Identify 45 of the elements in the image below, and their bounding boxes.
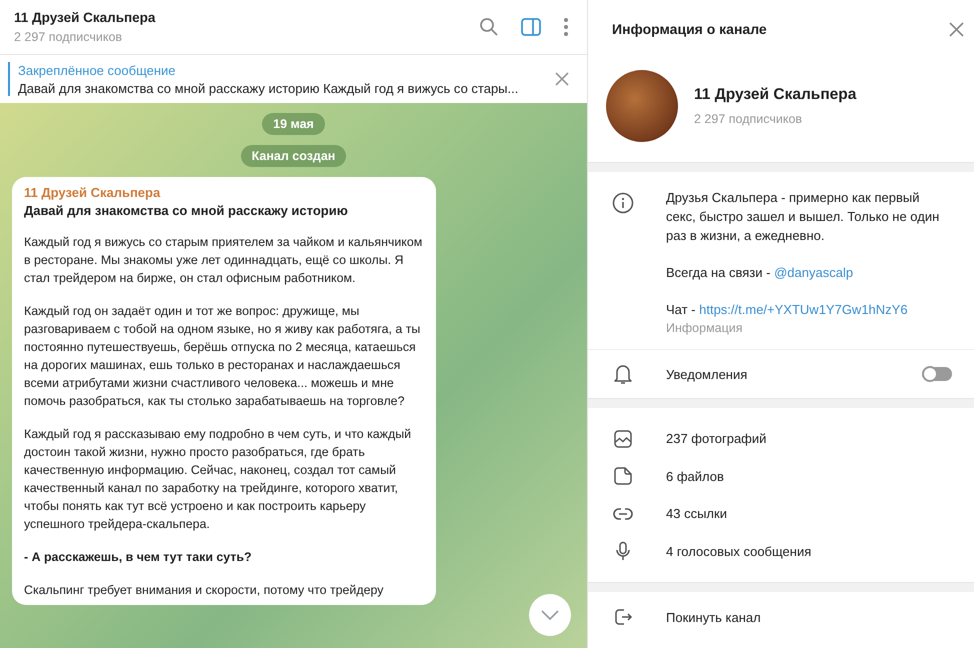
bell-icon [612, 363, 634, 385]
scroll-down-button[interactable] [529, 594, 571, 636]
notifications-label: Уведомления [666, 366, 748, 382]
file-icon [612, 466, 634, 486]
info-icon [612, 192, 634, 214]
media-label: 4 голосовых сообщения [666, 544, 812, 559]
panel-title: Информация о канале [612, 21, 767, 37]
channel-name: 11 Друзей Скальпера [694, 86, 856, 104]
media-label: 6 файлов [666, 468, 725, 484]
description-caption: Информация [666, 321, 744, 335]
message-paragraph: - А расскажешь, в чем тут таки суть? [24, 549, 253, 566]
leave-channel-item[interactable]: Покинуть канал [588, 592, 974, 642]
message-paragraph: Каждый год я рассказываю ему подробно в чем суть, и что каждый достоин такой жизни, нужно просто разобраться, где брать качественную информацию. Сейчас, наконец, создал тот самый качественный канал по заработку на трейдинге, которого хватит, чтобы понять как тут всё устроено и как построить карьеру успешного трейдера-скальпера. [24, 426, 412, 533]
service-message: Канал создан [240, 145, 346, 167]
media-item[interactable]: 4 голосовых сообщения [588, 532, 974, 570]
channel-title: 11 Друзей Скальпера [14, 10, 156, 25]
sidebar-toggle-icon[interactable] [521, 18, 541, 36]
more-menu-icon[interactable] [563, 17, 569, 37]
pinned-preview: Давай для знакомства со мной расскажу историю Каждый год я вижусь со стары... [18, 80, 520, 96]
service-message: 19 мая [262, 113, 325, 135]
description-text: Чат - https://t.me/+YXTUw1Y7Gw1hNzY6 [666, 301, 909, 319]
message-paragraph: Каждый год я вижусь со старым приятелем за чайком и кальянчиком в ресторане. Мы знакомы уже лет одиннадцать, ещё со школы. Я стал трейдером на бирже, он стал офисным работником. [24, 234, 424, 287]
message-author: 11 Друзей Скальпера [24, 185, 162, 200]
media-label: 237 фотографий [666, 431, 768, 446]
close-icon[interactable] [555, 72, 569, 86]
chevron-down-icon [540, 609, 560, 621]
description-text: Друзья Скальпера - примерно как первый секс, быстро зашел и вышел. Только не один раз в жизни, а ежедневно. [666, 189, 940, 245]
close-icon[interactable] [949, 22, 964, 36]
message-paragraph: Каждый год он задаёт один и тот же вопрос: дружище, мы разговариваем с тобой на одном языке, но я живу как работяга, а ты постоянно путешествуешь, берёшь отпуска по 2 месяца, катаешься на дорогих машинах, ешь только в ресторанах и наслаждаешься всеми атрибутами жизни счастливого человека... можешь и мне помочь разобраться, как ты столько зарабатываешь на торговле? [24, 303, 422, 410]
media-item[interactable]: 43 ссылки [588, 495, 974, 532]
pinned-label: Закреплённое сообщение [18, 62, 177, 78]
search-icon[interactable] [479, 17, 499, 37]
description-link[interactable]: https://t.me/+YXTUw1Y7Gw1hNzY6 [699, 302, 908, 317]
media-item[interactable]: 237 фотографий [588, 420, 974, 458]
media-label: 43 ссылки [666, 506, 728, 522]
message-title: Давай для знакомства со мной расскажу историю [24, 203, 349, 218]
leave-label: Покинуть канал [666, 610, 762, 624]
media-item[interactable]: 6 файлов [588, 458, 974, 495]
subscriber-count: 2 297 подписчиков [14, 30, 124, 44]
notifications-toggle[interactable] [922, 367, 952, 381]
message-paragraph: Скальпинг требует внимания и скорости, потому что трейдеру [24, 582, 384, 599]
image-icon [612, 428, 634, 449]
subscriber-count: 2 297 подписчиков [694, 112, 804, 126]
description-link[interactable]: @danyascalp [774, 265, 854, 280]
description-text: Всегда на связи - @danyascalp [666, 264, 854, 282]
